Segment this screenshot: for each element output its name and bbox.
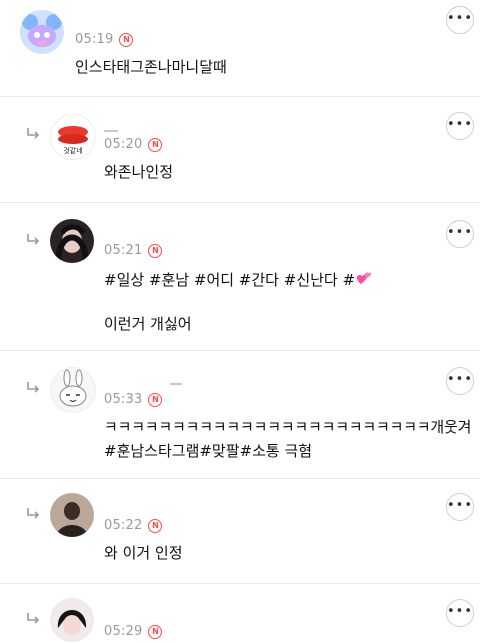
more-horizontal-icon: •••	[447, 116, 474, 132]
two-hearts-icon	[357, 272, 372, 284]
comment-item: 05:29 N •••	[0, 584, 480, 643]
avatar[interactable]	[50, 367, 96, 413]
more-horizontal-icon: •••	[447, 497, 474, 513]
avatar[interactable]	[20, 10, 64, 54]
avatar[interactable]: 것같네	[50, 114, 96, 160]
avatar[interactable]	[50, 598, 94, 642]
username-obscured	[170, 383, 182, 385]
comment-text: 인스타태그존나마니달때	[75, 58, 227, 76]
comment-text-line2: 이런거 개싫어	[104, 315, 192, 333]
avatar-caption: 것같네	[63, 146, 82, 155]
timestamp: 05:21	[104, 243, 143, 258]
comment-meta: 05:20 N	[104, 137, 163, 152]
new-badge: N	[148, 243, 163, 258]
more-options-button[interactable]: •••	[446, 220, 474, 248]
comment-item: 05:22 N 와 이거 인정 •••	[0, 479, 480, 583]
reply-arrow-icon	[27, 613, 40, 624]
avatar[interactable]	[50, 219, 94, 263]
more-options-button[interactable]: •••	[446, 6, 474, 34]
username-obscured	[104, 130, 118, 132]
comment-meta: 05:21 N	[104, 243, 163, 258]
timestamp: 05:22	[104, 518, 143, 533]
new-badge: N	[148, 137, 163, 152]
more-options-button[interactable]: •••	[446, 493, 474, 521]
comment-meta: 05:33 N	[104, 392, 163, 407]
reply-arrow-icon	[27, 128, 40, 139]
more-horizontal-icon: •••	[447, 371, 474, 387]
new-badge: N	[119, 32, 134, 47]
comment-text: 와 이거 인정	[104, 544, 183, 562]
comment-item: 05:19 N 인스타태그존나마니달때 •••	[0, 0, 480, 96]
comment-meta: 05:29 N	[104, 624, 163, 639]
new-badge: N	[148, 392, 163, 407]
comment-item: 05:33 N ㅋㅋㅋㅋㅋㅋㅋㅋㅋㅋㅋㅋㅋㅋㅋㅋㅋㅋㅋㅋㅋㅋㅋㅋ개웃겨 #훈남스…	[0, 351, 480, 478]
comment-meta: 05:22 N	[104, 518, 163, 533]
more-horizontal-icon: •••	[447, 224, 474, 240]
more-horizontal-icon: •••	[447, 603, 474, 619]
comment-text: 와존나인정	[104, 163, 174, 181]
timestamp: 05:20	[104, 137, 143, 152]
comment-meta: 05:19 N	[75, 32, 134, 47]
comment-text: #일상 #훈남 #어디 #간다 #신난다 #	[104, 269, 373, 290]
comment-text: ㅋㅋㅋㅋㅋㅋㅋㅋㅋㅋㅋㅋㅋㅋㅋㅋㅋㅋㅋㅋㅋㅋㅋㅋ개웃겨	[104, 418, 472, 436]
comment-item: 것같네 05:20 N 와존나인정 •••	[0, 97, 480, 202]
reply-arrow-icon	[27, 234, 40, 245]
comment-text-line2: #훈남스타그램#맞팔#소통 극혐	[104, 442, 313, 460]
more-horizontal-icon: •••	[447, 10, 474, 26]
timestamp: 05:29	[104, 624, 143, 639]
more-options-button[interactable]: •••	[446, 367, 474, 395]
more-options-button[interactable]: •••	[446, 112, 474, 140]
timestamp: 05:33	[104, 392, 143, 407]
comment-hashtags: #일상 #훈남 #어디 #간다 #신난다 #	[104, 271, 356, 289]
timestamp: 05:19	[75, 32, 114, 47]
reply-arrow-icon	[27, 508, 40, 519]
new-badge: N	[148, 624, 163, 639]
comment-item: 05:21 N #일상 #훈남 #어디 #간다 #신난다 # 이런거 개싫어 •…	[0, 203, 480, 350]
new-badge: N	[148, 518, 163, 533]
avatar[interactable]	[50, 493, 94, 537]
more-options-button[interactable]: •••	[446, 599, 474, 627]
reply-arrow-icon	[27, 382, 40, 393]
